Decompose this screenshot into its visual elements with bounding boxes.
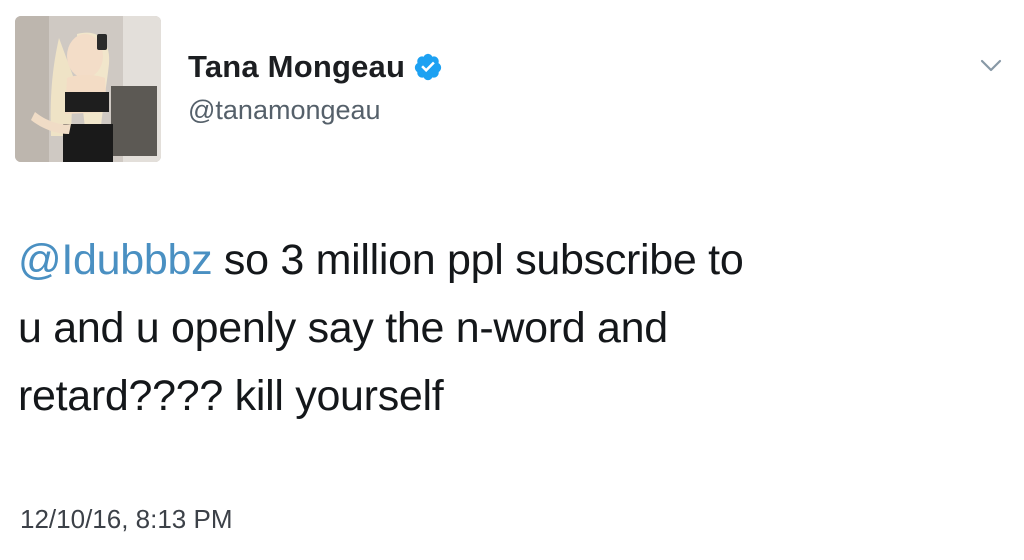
mention-link[interactable]: @Idubbbz xyxy=(18,236,213,284)
tweet-timestamp[interactable]: 12/10/16, 8:13 PM xyxy=(20,504,232,535)
avatar[interactable] xyxy=(15,16,161,162)
tweet-text: @Idubbbz so 3 million ppl subscribe to u… xyxy=(18,226,1008,430)
tweet-text-line-2: u and u openly say the n-word and xyxy=(18,304,668,352)
tweet-text-line-1: @Idubbbz so 3 million ppl subscribe to xyxy=(18,226,1008,294)
profile-photo xyxy=(15,16,161,162)
author-name-row: Tana Mongeau xyxy=(188,44,443,90)
tweet-text-line-1-rest: so 3 million ppl subscribe to xyxy=(212,236,744,284)
author-display-name[interactable]: Tana Mongeau xyxy=(188,49,405,85)
tweet-text-line-3: retard???? kill yourself xyxy=(18,372,444,420)
author-handle[interactable]: @tanamongeau xyxy=(188,95,381,126)
tweet-card: Tana Mongeau @tanamongeau @Idubbbz so 3 … xyxy=(0,0,1024,560)
chevron-down-icon[interactable] xyxy=(974,48,1008,82)
verified-badge-icon xyxy=(413,52,443,82)
